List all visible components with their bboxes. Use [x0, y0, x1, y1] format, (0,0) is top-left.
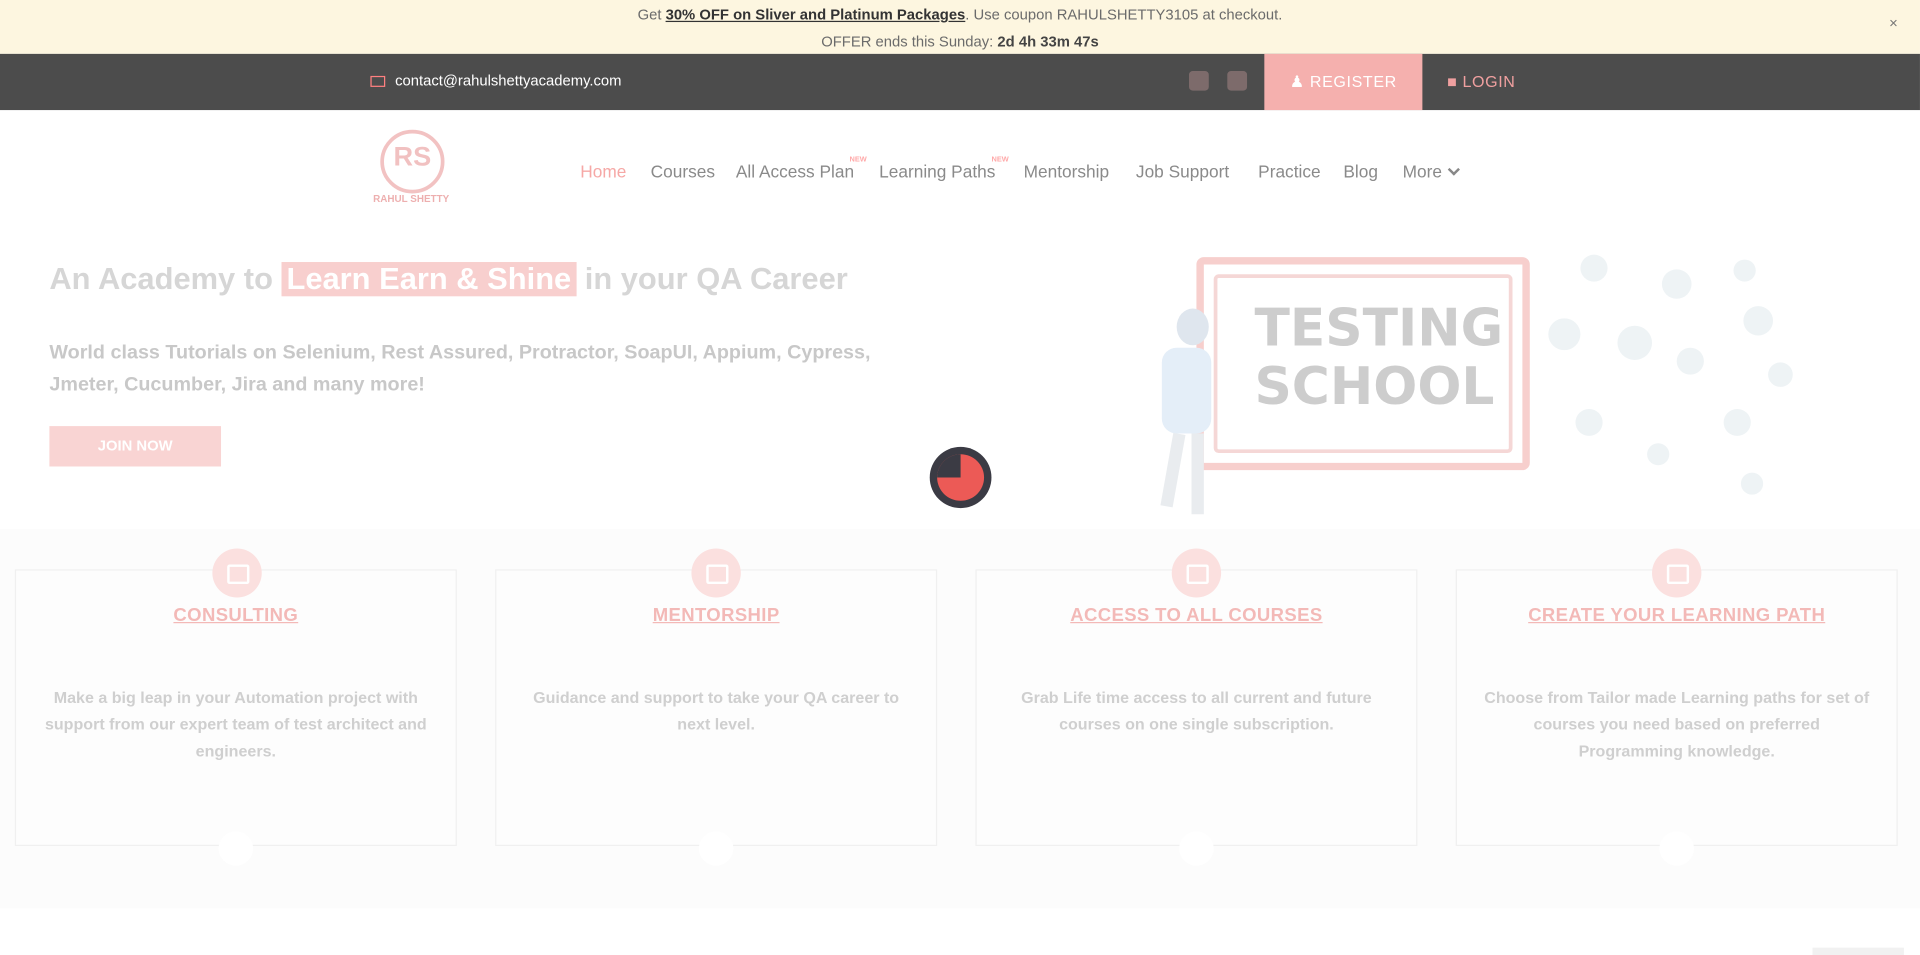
- register-button[interactable]: ♟ REGISTER: [1264, 53, 1423, 111]
- envelope-icon: [370, 76, 386, 88]
- contact-email[interactable]: contact@rahulshettyacademy.com: [370, 72, 622, 90]
- logo-brand: RAHUL SHETTY: [373, 193, 450, 205]
- feature-description: Grab Life time access to all current and…: [1021, 688, 1372, 734]
- feature-description: Guidance and support to take your QA car…: [533, 688, 900, 734]
- lock-icon: ■: [1447, 72, 1463, 91]
- corner-widget: [1812, 947, 1904, 955]
- promo-banner: Get 30% OFF on Sliver and Platinum Packa…: [0, 0, 1920, 54]
- graduation-cap-icon: [691, 548, 741, 598]
- nav-home[interactable]: Home: [580, 162, 626, 182]
- board-line-2: SCHOOL: [1254, 356, 1495, 417]
- figure-body: [1161, 347, 1212, 434]
- decor-dot: [1647, 443, 1670, 466]
- youtube-icon[interactable]: [1189, 71, 1209, 91]
- page: Get 30% OFF on Sliver and Platinum Packa…: [0, 0, 1920, 955]
- hero-title: An Academy to Learn Earn & Shine in your…: [49, 262, 848, 298]
- figure-leg: [1160, 432, 1186, 508]
- nav-more[interactable]: More: [1402, 161, 1460, 182]
- nav-blog[interactable]: Blog: [1343, 162, 1378, 182]
- decor-dot: [1661, 269, 1692, 299]
- promo-offer-link[interactable]: 30% OFF on Sliver and Platinum Packages: [666, 6, 966, 23]
- contact-bar: contact@rahulshettyacademy.com ♟ REGISTE…: [0, 53, 1920, 111]
- feature-description: Make a big leap in your Automation proje…: [44, 688, 427, 761]
- decor-dot: [1768, 362, 1793, 387]
- new-badge-learning-paths: NEW: [991, 156, 1009, 165]
- feature-title[interactable]: MENTORSHIP: [495, 605, 937, 626]
- feature-title[interactable]: ACCESS TO ALL COURSES: [975, 605, 1417, 626]
- hero-title-highlight: Learn Earn & Shine: [281, 262, 577, 297]
- linkedin-icon[interactable]: [1227, 71, 1248, 91]
- main-nav: RS RAHUL SHETTY Home Courses All Access …: [0, 110, 1920, 233]
- login-button[interactable]: ■ LOGIN: [1447, 54, 1546, 110]
- feature-description: Choose from Tailor made Learning paths f…: [1484, 688, 1870, 761]
- decor-dot: [1580, 254, 1608, 282]
- board-text: TESTING SCHOOL: [1254, 297, 1504, 417]
- nav-job-support[interactable]: Job Support: [1136, 162, 1229, 182]
- nav-learning-paths[interactable]: Learning Paths: [879, 162, 995, 182]
- decor-dot: [1617, 325, 1653, 360]
- figure-head: [1176, 308, 1209, 346]
- promo-close-button[interactable]: ×: [1889, 15, 1898, 32]
- decor-dot: [1743, 306, 1774, 336]
- clipboard-icon: [1171, 548, 1222, 598]
- contact-email-text: contact@rahulshettyacademy.com: [395, 72, 622, 90]
- nav-mentorship[interactable]: Mentorship: [1024, 162, 1110, 182]
- nav-all-access-plan[interactable]: All Access Plan: [736, 162, 854, 182]
- decor-dot: [1575, 408, 1603, 436]
- teacher-figure: [1154, 306, 1228, 526]
- decor-dot: [1723, 408, 1751, 436]
- feature-title[interactable]: CREATE YOUR LEARNING PATH: [1456, 605, 1898, 626]
- loading-spinner: [929, 446, 992, 509]
- laptop-icon: [212, 548, 262, 598]
- feature-arrow-button[interactable]: [698, 831, 734, 866]
- figure-leg: [1191, 433, 1204, 515]
- site-logo[interactable]: RS RAHUL SHETTY: [370, 129, 451, 211]
- promo-line-1: Get 30% OFF on Sliver and Platinum Packa…: [0, 6, 1920, 23]
- new-badge-all-access: NEW: [849, 156, 867, 165]
- nav-courses[interactable]: Courses: [651, 162, 715, 182]
- hero-title-post: in your QA Career: [576, 262, 848, 297]
- offer-countdown: 2d 4h 33m 47s: [997, 33, 1099, 51]
- decor-dot: [1676, 347, 1704, 375]
- join-now-button[interactable]: JOIN NOW: [49, 426, 222, 467]
- feature-title[interactable]: CONSULTING: [15, 605, 457, 626]
- decor-dot: [1740, 472, 1764, 495]
- decor-dot: [1733, 259, 1756, 282]
- feature-arrow-button[interactable]: [218, 831, 254, 866]
- hero-title-pre: An Academy to: [49, 262, 282, 297]
- promo-line-2: OFFER ends this Sunday: 2d 4h 33m 47s: [0, 33, 1920, 50]
- board-line-1: TESTING: [1254, 297, 1504, 358]
- chevron-down-icon: [1447, 163, 1460, 176]
- hero-subtitle: World class Tutorials on Selenium, Rest …: [49, 342, 871, 396]
- feature-arrow-button[interactable]: [1179, 831, 1214, 866]
- nav-practice[interactable]: Practice: [1258, 162, 1320, 182]
- logo-mark: RS: [393, 140, 432, 172]
- nav-more-label: More: [1402, 161, 1443, 182]
- feature-arrow-button[interactable]: [1659, 831, 1695, 866]
- register-label: REGISTER: [1309, 72, 1397, 91]
- monitor-icon: [1652, 548, 1702, 598]
- login-label: LOGIN: [1462, 72, 1516, 91]
- promo-text-post: . Use coupon RAHULSHETTY3105 at checkout…: [965, 6, 1283, 24]
- offer-ends-label: OFFER ends this Sunday:: [821, 33, 998, 51]
- decor-dot: [1548, 318, 1581, 351]
- user-icon: ♟: [1289, 72, 1310, 91]
- promo-text-pre: Get: [637, 6, 666, 24]
